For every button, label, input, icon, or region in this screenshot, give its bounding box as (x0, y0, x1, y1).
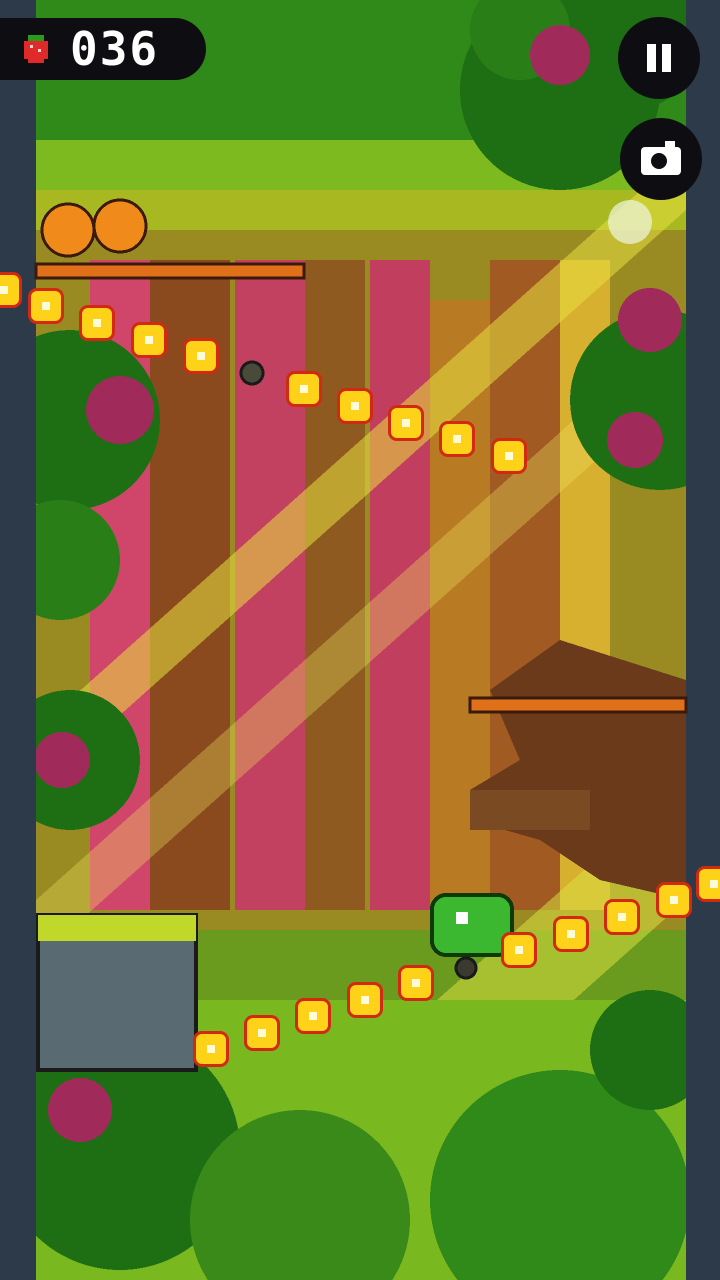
coin (244, 1015, 280, 1051)
left-wall (0, 0, 36, 1280)
game-scene (0, 0, 720, 1280)
coin (295, 998, 331, 1034)
coin (347, 982, 383, 1018)
glow-orb (608, 200, 652, 244)
stone-block (36, 913, 198, 1072)
coin (337, 388, 373, 424)
camera-icon (641, 141, 681, 175)
score-counter: 036 (70, 22, 160, 76)
orange-fruit-icon (92, 198, 148, 254)
coin (553, 916, 589, 952)
coin (388, 405, 424, 441)
coin (183, 338, 219, 374)
coin (491, 438, 527, 474)
coin (131, 322, 167, 358)
coin (656, 882, 692, 918)
strawberry-icon (24, 35, 48, 63)
coin (439, 421, 475, 457)
platform-right (468, 696, 688, 714)
coin (79, 305, 115, 341)
coin (28, 288, 64, 324)
spike-ball (239, 360, 265, 386)
coin (398, 965, 434, 1001)
platform-top-left (34, 262, 306, 280)
score-panel: 036 (0, 18, 206, 80)
coin (604, 899, 640, 935)
right-wall (686, 0, 720, 1280)
pause-button[interactable] (618, 17, 700, 99)
coin (696, 866, 720, 902)
coin (193, 1031, 229, 1067)
coin (286, 371, 322, 407)
coin (0, 272, 22, 308)
camera-button[interactable] (620, 118, 702, 200)
orange-fruit-icon (40, 202, 96, 258)
pause-icon (647, 44, 671, 72)
coin (501, 932, 537, 968)
